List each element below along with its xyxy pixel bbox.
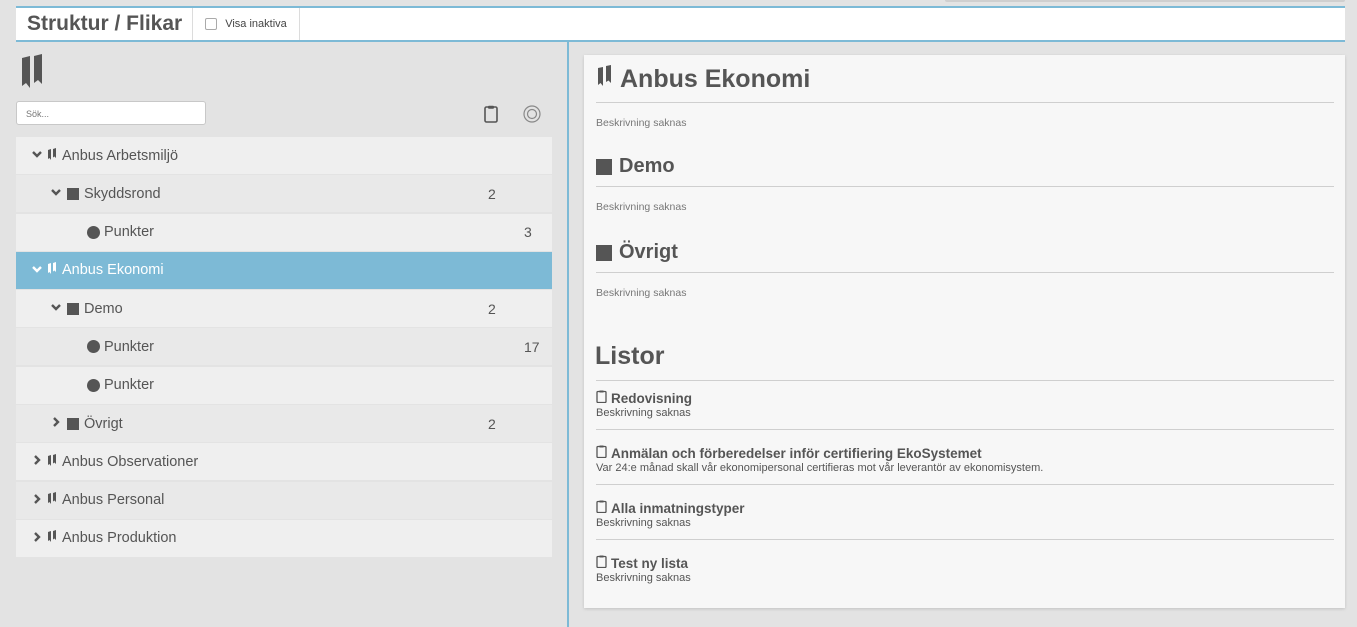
tree-row-count: 3: [524, 224, 532, 241]
dot-icon: [87, 225, 100, 239]
tree-row-count: 2: [488, 185, 496, 202]
chevron-down-icon[interactable]: [51, 188, 61, 199]
show-inactive-toggle[interactable]: Visa inaktiva: [192, 8, 300, 40]
list-item[interactable]: Alla inmatningstyper Beskrivning saknas: [596, 500, 1334, 540]
list-item[interactable]: Test ny lista Beskrivning saknas: [596, 555, 1334, 584]
bookmark-icon: [596, 65, 616, 94]
square-icon: [596, 158, 612, 175]
tree-row-label: Punkter: [104, 224, 154, 241]
show-inactive-label: Visa inaktiva: [225, 18, 287, 30]
tree-row-label: Övrigt: [84, 415, 123, 432]
list-item-description: Var 24:e månad skall vår ekonomipersonal…: [596, 462, 1044, 474]
tab-section-demo: Demo Beskrivning saknas: [596, 155, 1334, 213]
tree-row[interactable]: Anbus Produktion: [16, 519, 552, 557]
divider: [596, 380, 1334, 381]
chevron-right-icon[interactable]: [32, 532, 42, 545]
tree-row-label: Anbus Observationer: [62, 453, 199, 470]
detail-description: Beskrivning saknas: [596, 117, 687, 129]
detail-header: Anbus Ekonomi Beskrivning saknas: [596, 65, 1334, 129]
tree-row[interactable]: Skyddsrond 2: [16, 175, 552, 213]
section-title: Demo: [619, 155, 675, 177]
divider: [596, 429, 1334, 430]
tree-row-label: Skyddsrond: [84, 185, 161, 202]
chevron-down-icon[interactable]: [51, 303, 61, 314]
tree-row[interactable]: Punkter 17: [16, 328, 552, 366]
chevron-right-icon[interactable]: [51, 417, 61, 430]
list-item-title[interactable]: Redovisning: [611, 391, 692, 406]
tab-shadow: [945, 0, 1345, 2]
chevron-right-icon[interactable]: [32, 455, 42, 468]
divider: [596, 102, 1334, 103]
tree-row[interactable]: Anbus Ekonomi: [16, 251, 552, 289]
list-item-description: Beskrivning saknas: [596, 517, 691, 529]
tree-row[interactable]: Övrigt 2: [16, 405, 552, 443]
structure-tree: Anbus Arbetsmiljö Skyddsrond 2 Punkter 3 Anbu…: [16, 137, 552, 558]
dot-icon: [87, 378, 100, 392]
list-item-title[interactable]: Alla inmatningstyper: [611, 501, 745, 516]
tab-section-ovrigt: Övrigt Beskrivning saknas: [596, 241, 1334, 299]
tree-row[interactable]: Anbus Observationer: [16, 443, 552, 481]
divider: [596, 539, 1334, 540]
chevron-right-icon[interactable]: [32, 493, 42, 507]
dot-icon: [87, 340, 100, 354]
page-header: Struktur / Flikar Visa inaktiva: [16, 6, 1345, 42]
tree-row[interactable]: Anbus Personal: [16, 481, 552, 519]
list-item[interactable]: Anmälan och förberedelser inför certifie…: [596, 445, 1334, 485]
divider: [596, 186, 1334, 187]
list-item[interactable]: Redovisning Beskrivning saknas: [596, 390, 1334, 430]
section-description: Beskrivning saknas: [596, 287, 687, 299]
list-item-description: Beskrivning saknas: [596, 572, 691, 584]
bookmark-icon: [48, 262, 58, 278]
bookmark-icon: [48, 530, 58, 546]
search-placeholder: Sök...: [26, 109, 50, 119]
tree-row-count: 2: [488, 300, 496, 317]
list-item-title[interactable]: Anmälan och förberedelser inför certifie…: [611, 446, 982, 461]
tree-row-label: Punkter: [104, 338, 154, 355]
bookmark-icon: [48, 492, 58, 508]
tree-row-label: Anbus Arbetsmiljö: [62, 147, 179, 164]
tree-row[interactable]: Demo 2: [16, 290, 552, 328]
pane-divider[interactable]: [567, 42, 569, 627]
square-icon: [67, 187, 79, 200]
page-title: Struktur / Flikar: [27, 12, 183, 35]
bookmark-icon: [20, 54, 46, 95]
detail-title: Anbus Ekonomi: [620, 65, 811, 93]
detail-panel: Anbus Ekonomi Beskrivning saknas Demo Be…: [584, 55, 1345, 608]
show-inactive-checkbox[interactable]: [205, 18, 218, 30]
list-item-description: Beskrivning saknas: [596, 407, 691, 419]
bookmark-icon: [48, 453, 58, 470]
bookmark-icon: [48, 147, 58, 164]
lists-heading: Listor: [595, 342, 665, 370]
search-input[interactable]: Sök...: [16, 101, 206, 125]
tree-row-count: 2: [488, 415, 496, 432]
section-title: Övrigt: [619, 241, 678, 263]
square-icon: [67, 417, 79, 430]
chevron-down-icon[interactable]: [32, 265, 42, 276]
list-item-title[interactable]: Test ny lista: [611, 556, 688, 571]
divider: [596, 484, 1334, 485]
tree-row[interactable]: Punkter 3: [16, 213, 552, 251]
divider: [596, 272, 1334, 273]
chevron-down-icon[interactable]: [32, 150, 42, 161]
clipboard-icon: [596, 555, 607, 571]
tree-row-count: 17: [524, 338, 540, 355]
tree-row-label: Punkter: [104, 377, 154, 394]
clipboard-icon[interactable]: [484, 105, 498, 128]
clipboard-icon: [596, 390, 607, 406]
square-icon: [67, 302, 79, 315]
clipboard-icon: [596, 445, 607, 461]
tree-row-label: Anbus Produktion: [62, 530, 177, 547]
clipboard-icon: [596, 500, 607, 516]
tree-row-label: Demo: [84, 300, 123, 317]
section-description: Beskrivning saknas: [596, 201, 687, 213]
tree-row[interactable]: Anbus Arbetsmiljö: [16, 137, 552, 174]
tree-row-label: Anbus Ekonomi: [62, 262, 164, 279]
tree-row[interactable]: Punkter: [16, 366, 552, 404]
tree-row-label: Anbus Personal: [62, 492, 165, 509]
square-icon: [596, 244, 612, 261]
target-icon[interactable]: [523, 105, 541, 128]
